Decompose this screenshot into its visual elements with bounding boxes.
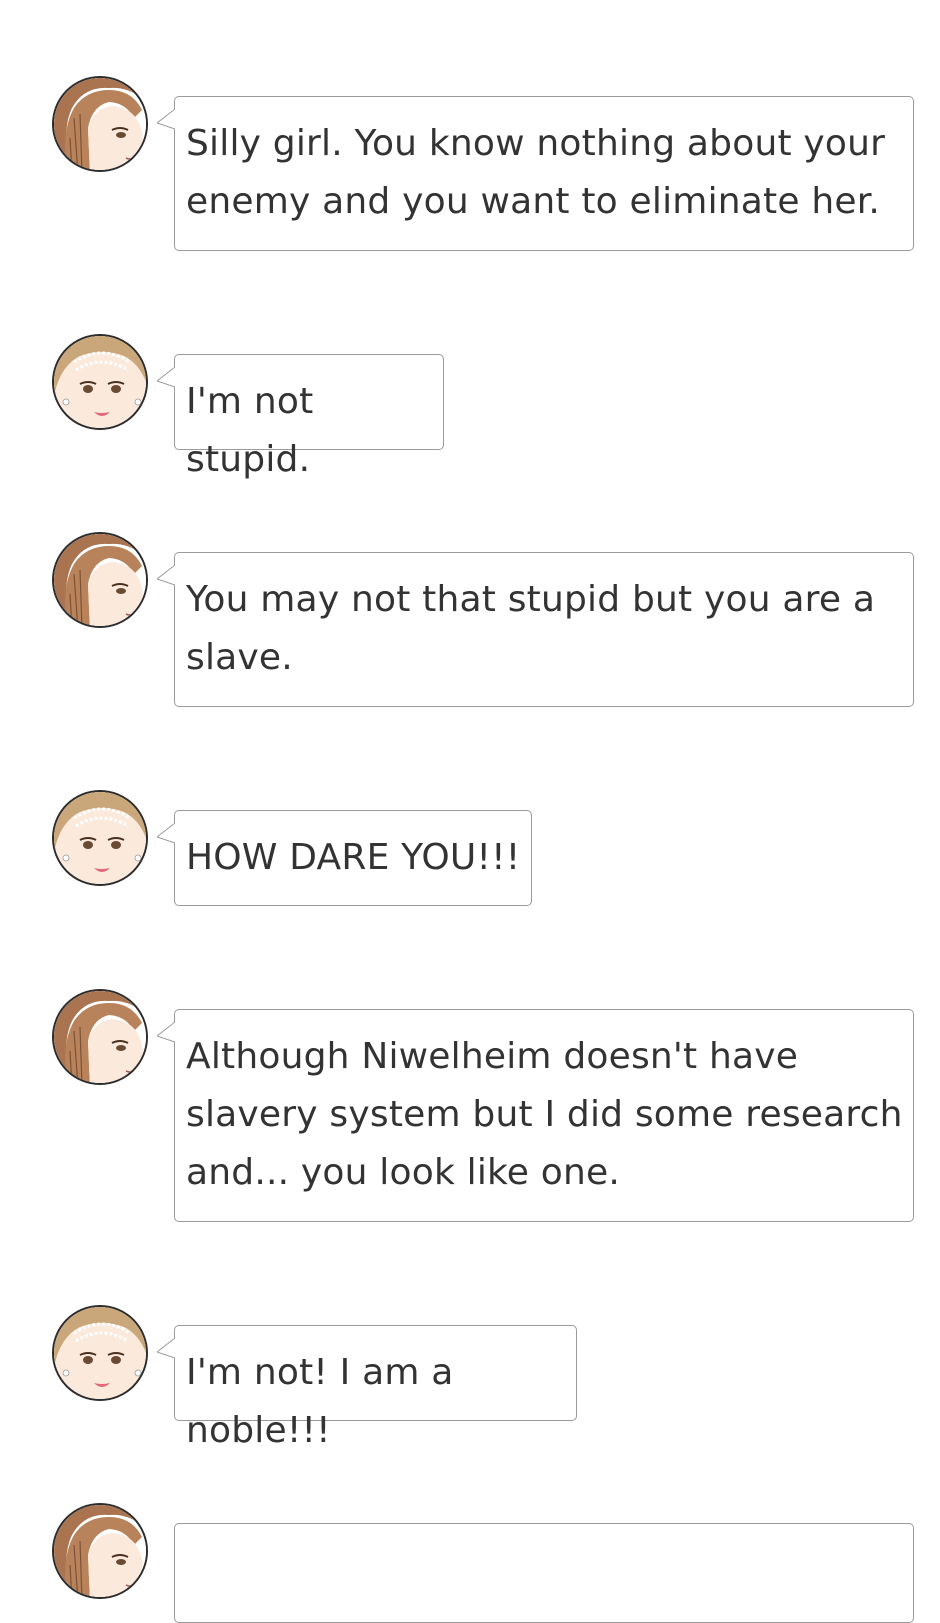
message-text: You may not that stupid but you are a sl…	[186, 579, 876, 678]
speech-bubble: You may not that stupid but you are a sl…	[157, 552, 914, 707]
speech-bubble: I'm not! I am a noble!!!	[157, 1325, 577, 1451]
speech-bubble: Although Niwelheim doesn't have slavery …	[157, 1009, 914, 1222]
speech-bubble-tail	[157, 1018, 175, 1048]
message-text: I'm not stupid.	[186, 381, 314, 480]
brown-haired-girl-avatar	[52, 76, 148, 172]
speech-bubble	[174, 1523, 914, 1623]
speech-bubble-tail	[157, 819, 175, 849]
message-text: HOW DARE YOU!!!	[186, 837, 521, 878]
brown-haired-girl-avatar	[52, 532, 148, 628]
speech-bubble: Silly girl. You know nothing about your …	[157, 96, 914, 251]
noble-girl-avatar	[52, 334, 148, 430]
noble-girl-avatar	[52, 1305, 148, 1401]
speech-bubble-tail	[157, 561, 175, 591]
speech-bubble-tail	[157, 1334, 175, 1364]
message-text: Silly girl. You know nothing about your …	[186, 123, 886, 222]
speech-bubble: HOW DARE YOU!!!	[157, 810, 532, 906]
message-text: Although Niwelheim doesn't have slavery …	[186, 1036, 903, 1193]
noble-girl-avatar	[52, 790, 148, 886]
message-text: I'm not! I am a noble!!!	[186, 1352, 454, 1451]
speech-bubble: I'm not stupid.	[157, 354, 444, 480]
speech-bubble-tail	[157, 105, 175, 135]
brown-haired-girl-avatar	[52, 1503, 148, 1599]
brown-haired-girl-avatar	[52, 989, 148, 1085]
speech-bubble-tail	[157, 363, 175, 393]
